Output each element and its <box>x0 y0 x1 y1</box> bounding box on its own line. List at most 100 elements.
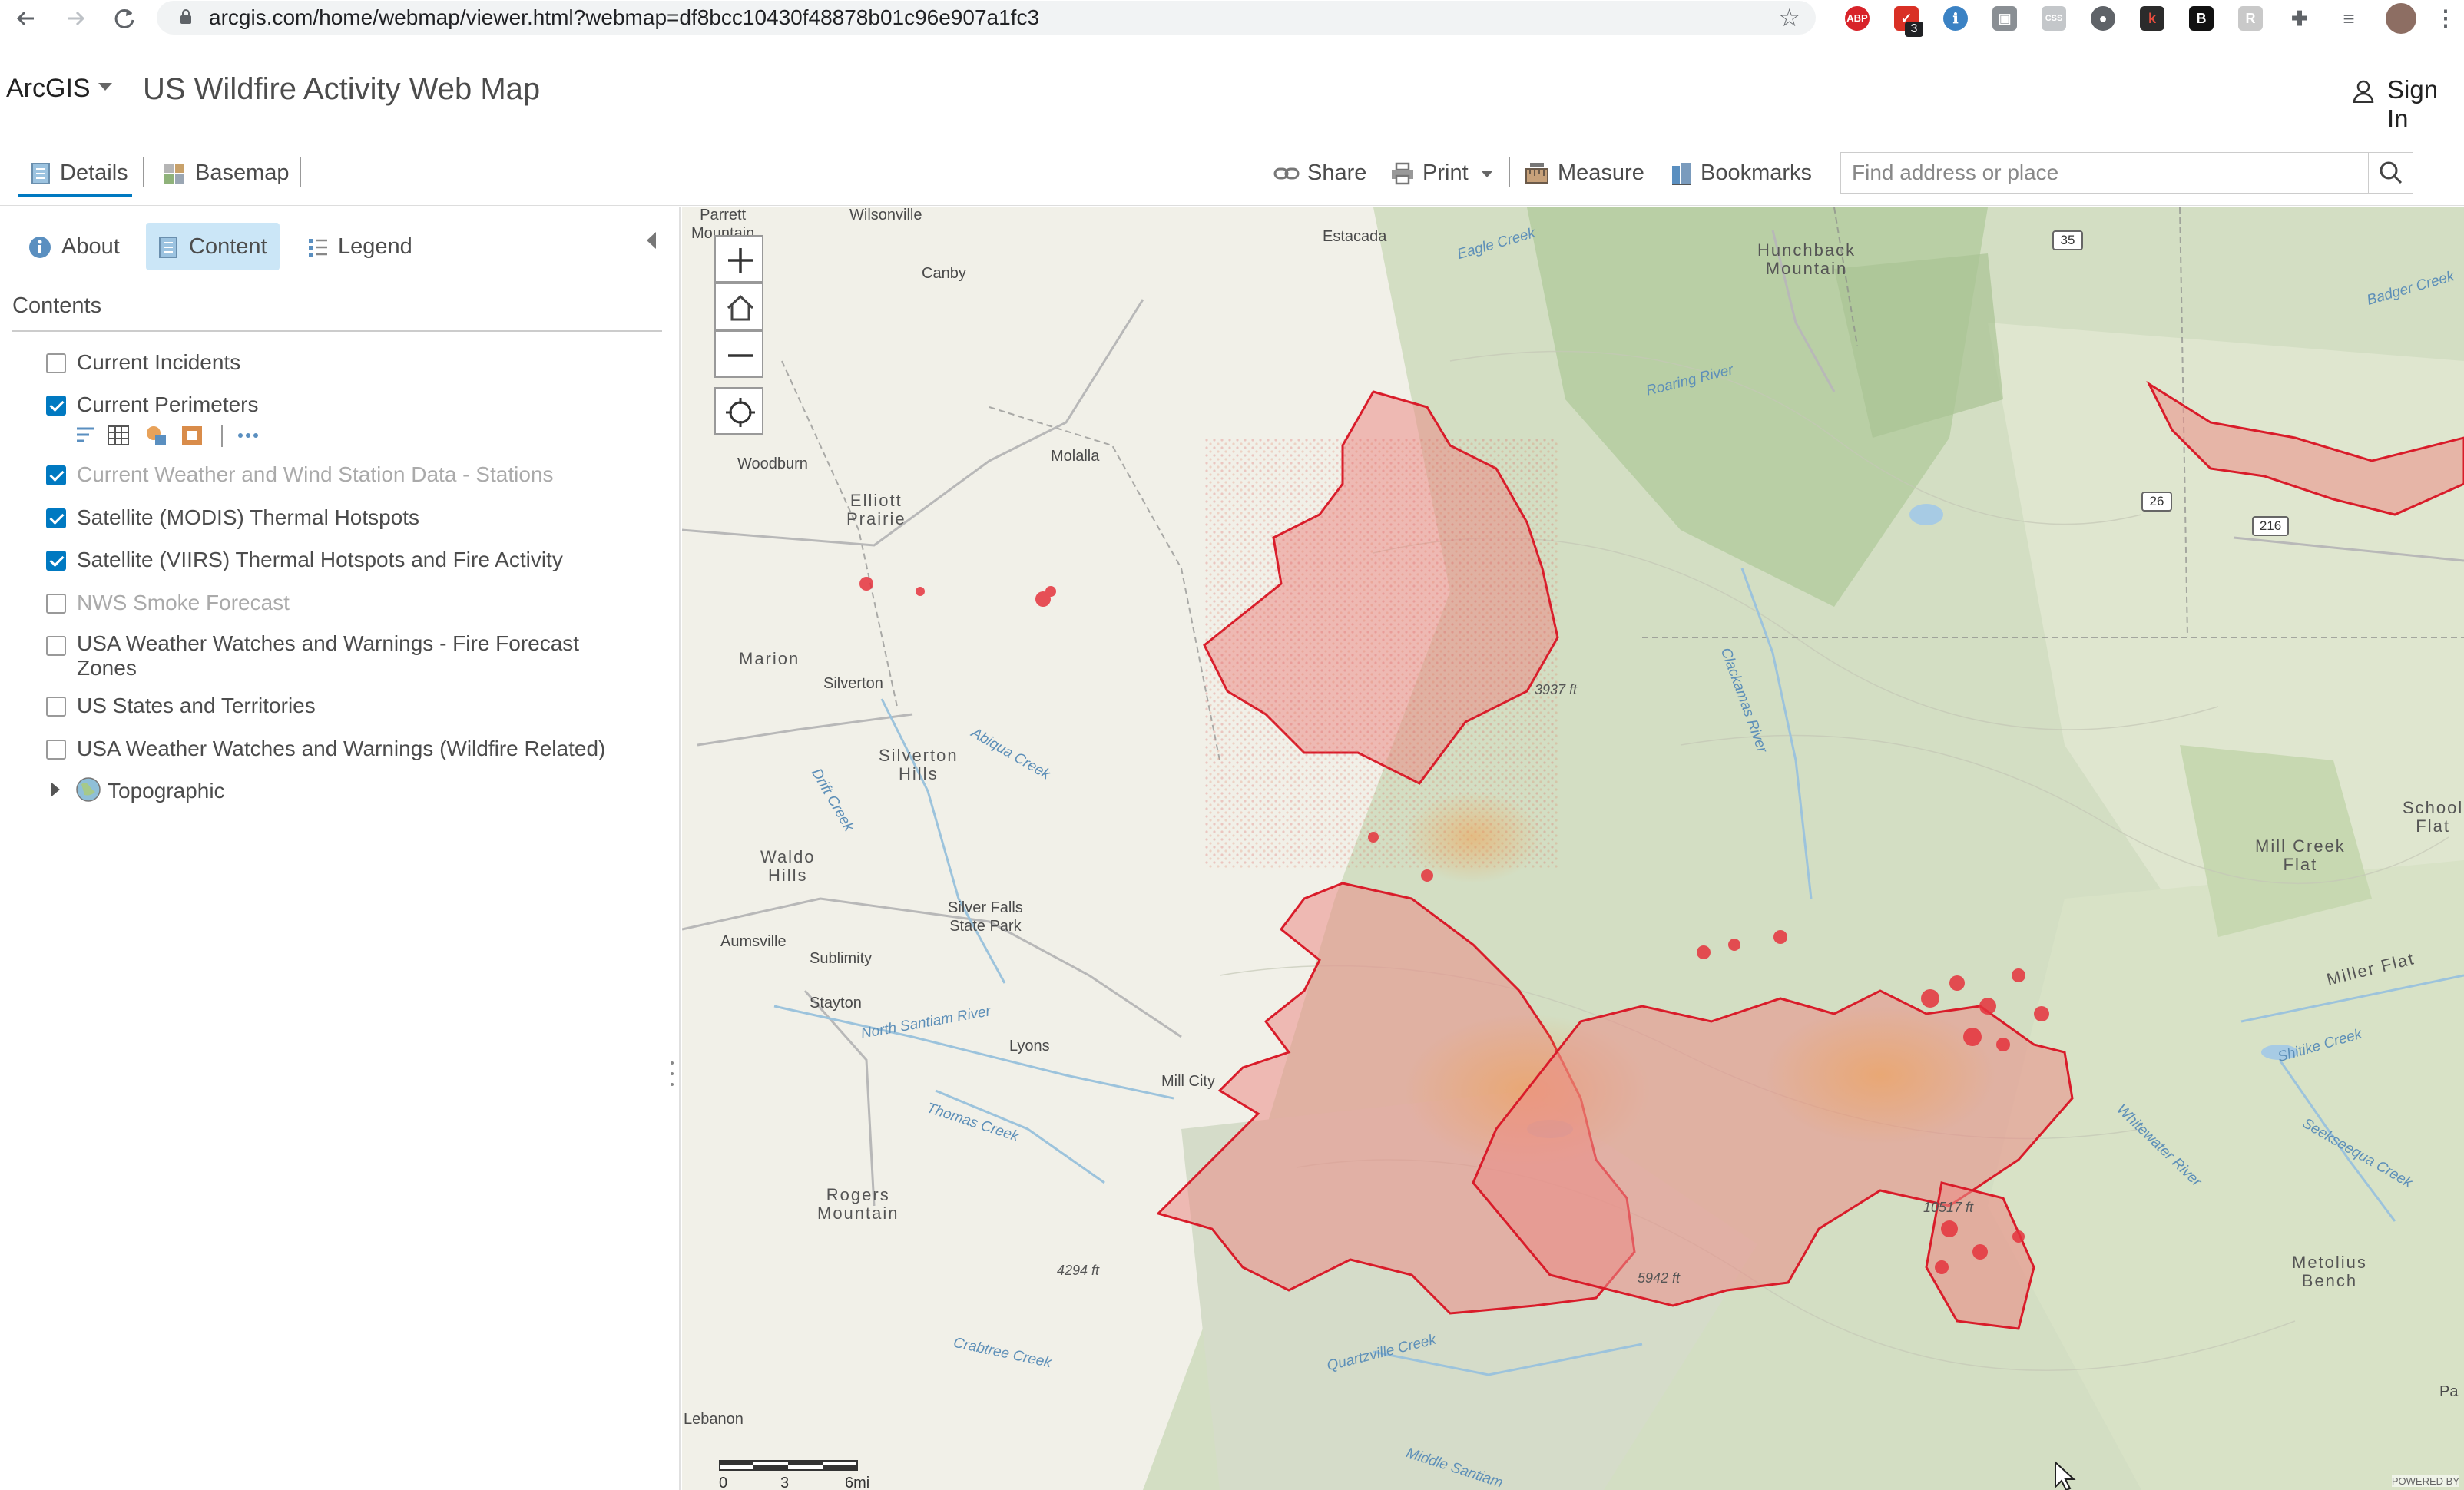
layer-label-us-states: US States and Territories <box>77 694 316 717</box>
search-input[interactable] <box>1841 153 2368 193</box>
minus-icon <box>728 354 753 357</box>
grip-dots-icon <box>671 1061 674 1086</box>
back-button[interactable] <box>11 3 41 34</box>
profile-avatar[interactable] <box>2386 3 2416 34</box>
map-toolbar: Details Basemap Share Print Measure Book… <box>0 144 2464 206</box>
reader-extension-icon[interactable]: ℹ <box>1943 6 1968 31</box>
map-label-wilsonville: Wilsonville <box>849 207 922 224</box>
basemap-button[interactable]: Basemap <box>163 155 290 190</box>
basemap-layer-label: Topographic <box>108 779 225 803</box>
browser-menu-icon[interactable]: ⋮ <box>2433 6 2458 31</box>
share-button[interactable]: Share <box>1273 155 1366 190</box>
highway-shield-216: 216 <box>2252 516 2289 536</box>
reload-button[interactable] <box>109 3 140 34</box>
adblock-extension-icon[interactable]: ABP <box>1845 6 1870 31</box>
highway-shield-26: 26 <box>2141 492 2172 512</box>
expand-caret-icon[interactable] <box>48 780 63 799</box>
k-extension-icon[interactable]: k <box>2140 6 2164 31</box>
b-extension-icon[interactable]: B <box>2189 6 2214 31</box>
user-icon[interactable] <box>2353 80 2374 103</box>
layer-checkbox-current-incidents[interactable] <box>46 353 66 373</box>
measure-button[interactable]: Measure <box>1524 155 1644 190</box>
topographic-basemap <box>682 207 2464 1490</box>
layer-checkbox-smoke-forecast[interactable] <box>46 594 66 614</box>
layer-checkbox-modis-hotspots[interactable] <box>46 508 66 528</box>
plus-icon <box>728 248 753 273</box>
print-button[interactable]: Print <box>1390 155 1495 190</box>
bookmarks-label: Bookmarks <box>1701 161 1813 185</box>
sign-in-link[interactable]: Sign In <box>2387 75 2464 134</box>
panel-resize-handle[interactable] <box>671 1060 674 1088</box>
app-header: ArcGIS US Wildfire Activity Web Map Sign… <box>0 46 2464 138</box>
attribution-text: POWERED BY <box>2391 1475 2459 1487</box>
print-label: Print <box>1422 161 1469 185</box>
details-button[interactable]: Details <box>31 155 128 190</box>
mouse-cursor-icon <box>2055 1461 2076 1490</box>
more-options-icon[interactable] <box>235 424 261 447</box>
arcgis-brand-menu[interactable]: ArcGIS <box>6 74 91 104</box>
map-view[interactable]: Parrett Mountain Wilsonville Estacada Ca… <box>682 207 2464 1490</box>
map-label-elliott: Elliott Prairie <box>846 491 906 528</box>
layer-checkbox-us-states[interactable] <box>46 697 66 717</box>
puzzle-extensions-icon[interactable]: ✚ <box>2287 6 2312 31</box>
screenshot-extension-icon[interactable]: ▣ <box>1992 6 2017 31</box>
contents-heading: Contents <box>12 293 102 318</box>
map-elevation-label: 4294 ft <box>1057 1263 1100 1278</box>
map-label-mill-city: Mill City <box>1161 1073 1215 1090</box>
zoom-in-button[interactable] <box>714 235 763 283</box>
circle-extension-icon[interactable]: ● <box>2091 6 2115 31</box>
details-label: Details <box>60 161 128 185</box>
home-button[interactable] <box>714 283 763 330</box>
locate-crosshair-icon <box>726 398 755 427</box>
bookmark-star-icon[interactable]: ☆ <box>1778 1 1800 35</box>
map-label-sublimity: Sublimity <box>810 950 873 967</box>
zoom-out-button[interactable] <box>714 330 763 378</box>
brand-caret-icon[interactable] <box>98 83 112 91</box>
info-icon <box>29 237 51 259</box>
bookmarks-icon <box>1672 163 1691 186</box>
map-label-canby: Canby <box>922 265 966 282</box>
back-arrow-icon <box>16 11 34 26</box>
forward-button[interactable] <box>60 3 91 34</box>
perform-analysis-icon[interactable] <box>180 424 206 447</box>
address-bar[interactable]: arcgis.com/home/webmap/viewer.html?webma… <box>157 1 1816 35</box>
layer-checkbox-fire-forecast-zones[interactable] <box>46 636 66 656</box>
r-extension-icon[interactable]: R <box>2238 6 2263 31</box>
layer-checkbox-current-perimeters[interactable] <box>46 396 66 416</box>
tab-about-label: About <box>61 234 120 259</box>
fire-perimeter-north[interactable] <box>1203 390 1559 883</box>
map-label-molalla: Molalla <box>1051 448 1100 465</box>
forward-arrow-icon <box>68 11 85 26</box>
show-table-icon[interactable] <box>106 424 132 447</box>
layer-label-smoke-forecast: NWS Smoke Forecast <box>77 591 290 614</box>
change-style-icon[interactable] <box>144 424 171 447</box>
scale-label-end: 6mi <box>845 1475 870 1490</box>
basemap-icon <box>164 164 184 184</box>
details-panel: About Content Legend Contents Current In… <box>0 207 681 1490</box>
layer-checkbox-wildfire-warnings[interactable] <box>46 740 66 760</box>
layer-checkbox-weather-stations[interactable] <box>46 465 66 485</box>
locate-button[interactable] <box>714 387 763 435</box>
active-tab-indicator <box>18 194 132 197</box>
map-label-hunchback: Hunchback Mountain <box>1757 240 1856 278</box>
browser-toolbar: arcgis.com/home/webmap/viewer.html?webma… <box>0 0 2464 38</box>
map-label-waldo-hills: Waldo Hills <box>760 847 816 885</box>
map-elevation-label: 3937 ft <box>1535 682 1578 697</box>
legend-list-icon <box>309 239 327 257</box>
toolbar-divider <box>143 157 144 187</box>
map-elevation-label: 5942 ft <box>1638 1270 1681 1286</box>
tab-content[interactable]: Content <box>146 223 280 270</box>
media-queue-icon[interactable]: ≡ <box>2336 6 2361 31</box>
tab-about[interactable]: About <box>15 223 132 270</box>
layer-label-current-incidents: Current Incidents <box>77 350 241 374</box>
measure-label: Measure <box>1558 161 1644 185</box>
collapse-panel-icon[interactable] <box>647 232 656 249</box>
bookmarks-button[interactable]: Bookmarks <box>1670 155 1812 190</box>
tab-legend[interactable]: Legend <box>295 223 425 270</box>
css-extension-icon[interactable]: CSS <box>2042 6 2066 31</box>
layer-checkbox-viirs-hotspots[interactable] <box>46 551 66 571</box>
show-legend-icon[interactable] <box>74 424 100 447</box>
search-button[interactable] <box>2368 153 2413 193</box>
map-label-silver-falls: Silver Falls State Park <box>948 899 1023 935</box>
layer-label-weather-stations: Current Weather and Wind Station Data - … <box>77 462 554 486</box>
